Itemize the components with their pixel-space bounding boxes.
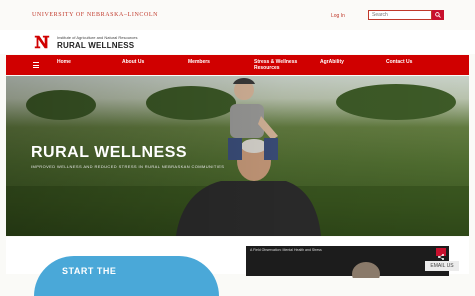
- search-button[interactable]: [432, 10, 444, 20]
- nav-item-contact-us[interactable]: Contact Us: [386, 59, 412, 65]
- menu-icon[interactable]: [33, 62, 39, 68]
- share-icon[interactable]: [436, 248, 446, 260]
- nav-item-stress-wellness-resources[interactable]: Stress & Wellness Resources: [254, 59, 310, 71]
- login-link[interactable]: Log In: [331, 13, 345, 19]
- nav-item-members[interactable]: Members: [188, 59, 210, 65]
- start-button-label[interactable]: START THE: [62, 266, 116, 276]
- nav-item-home[interactable]: Home: [57, 59, 71, 65]
- hero-title: RURAL WELLNESS: [31, 144, 188, 161]
- nebraska-n-logo[interactable]: [33, 33, 51, 51]
- search-icon: [435, 12, 441, 18]
- site-branding: Institute of Agriculture and Natural Res…: [0, 30, 475, 54]
- email-us-button[interactable]: EMAIL US: [425, 261, 459, 271]
- start-button-shape[interactable]: [34, 256, 219, 296]
- search-input[interactable]: [368, 10, 432, 20]
- nav-item-agrability[interactable]: AgrAbility: [320, 59, 344, 65]
- hero-banner: RURAL WELLNESS IMPROVED WELLNESS AND RED…: [6, 76, 469, 236]
- nav-item-about-us[interactable]: About Us: [122, 59, 144, 65]
- video-title[interactable]: A Field Observation: Mental Health and S…: [250, 248, 322, 252]
- video-thumbnail: [352, 262, 380, 278]
- hero-subtitle: IMPROVED WELLNESS AND REDUCED STRESS IN …: [31, 164, 225, 169]
- institute-name: Institute of Agriculture and Natural Res…: [57, 35, 138, 40]
- university-wordmark[interactable]: UNIVERSITY of NEBRASKA–LINCOLN: [32, 12, 158, 18]
- site-title[interactable]: RURAL WELLNESS: [57, 41, 134, 50]
- main-navigation: Home About Us Members Stress & Wellness …: [6, 55, 469, 75]
- top-bar: UNIVERSITY of NEBRASKA–LINCOLN Log In: [0, 0, 475, 31]
